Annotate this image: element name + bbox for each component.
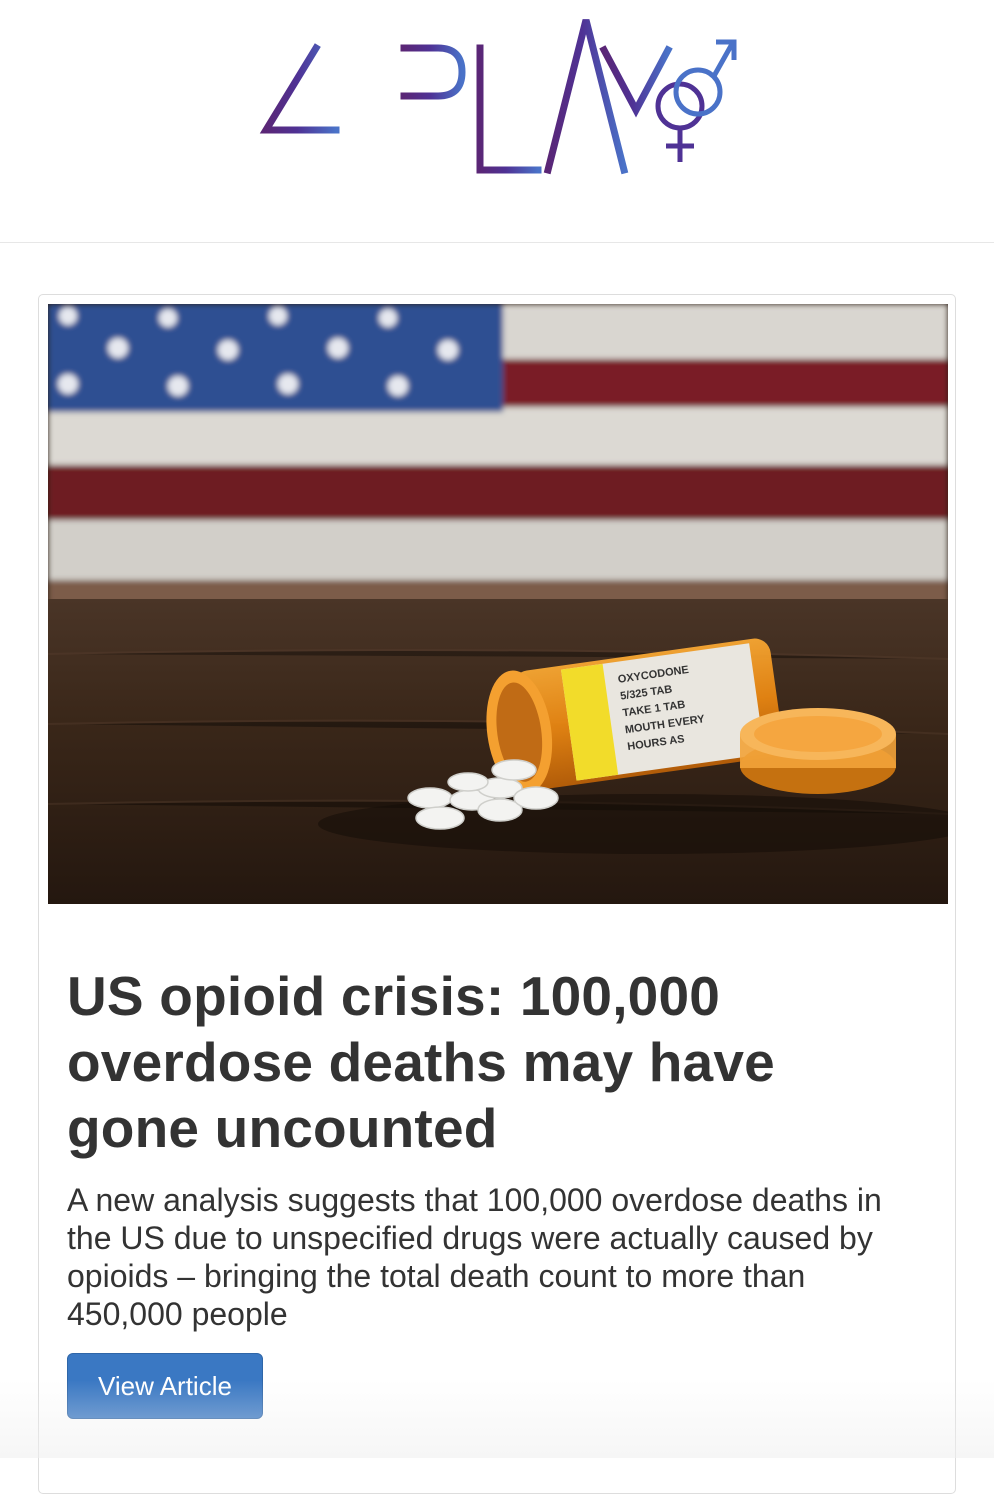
article-image[interactable]: OXYCODONE 5/325 TAB TAKE 1 TAB MOUTH EVE… (48, 304, 948, 904)
site-header (0, 0, 994, 243)
site-logo[interactable] (258, 10, 738, 182)
article-card: OXYCODONE 5/325 TAB TAKE 1 TAB MOUTH EVE… (38, 294, 956, 1494)
article-title[interactable]: US opioid crisis: 100,000 overdose death… (67, 963, 867, 1161)
view-article-button[interactable]: View Article (67, 1353, 263, 1419)
article-summary: A new analysis suggests that 100,000 ove… (67, 1182, 882, 1332)
